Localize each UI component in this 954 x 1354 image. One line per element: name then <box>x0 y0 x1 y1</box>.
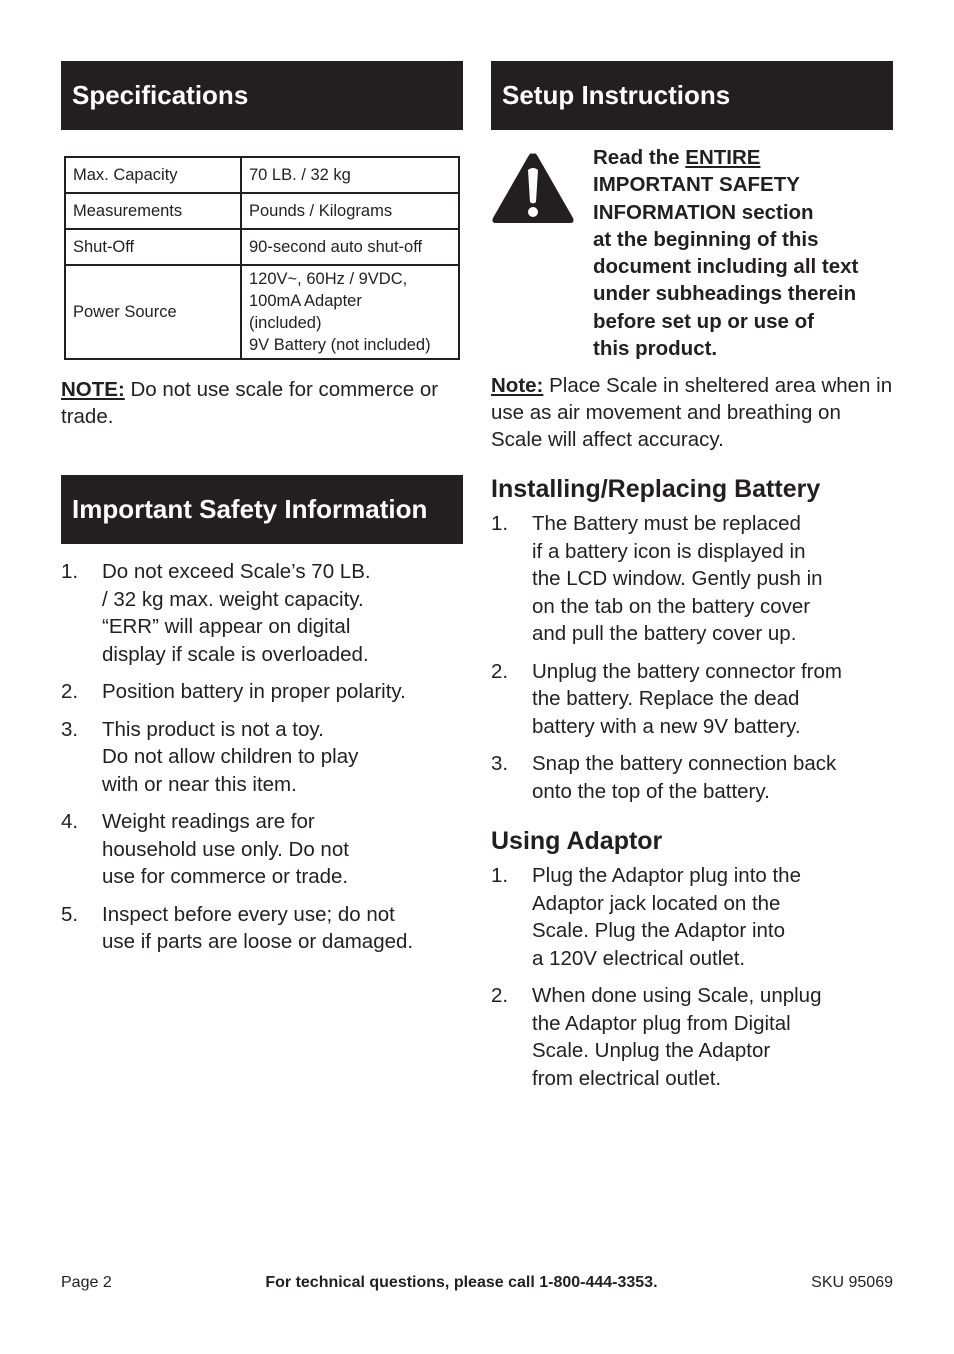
table-row: Max. Capacity 70 LB. / 32 kg <box>64 156 460 194</box>
left-column: Specifications Max. Capacity 70 LB. / 32… <box>61 61 463 956</box>
spec-value: Pounds / Kilograms <box>240 192 460 230</box>
sku: SKU 95069 <box>811 1274 893 1291</box>
item-number: 2. <box>491 984 509 1008</box>
list-item: 2. When done using Scale, unplug the Adap… <box>491 982 893 1092</box>
item-number: 1. <box>61 560 79 583</box>
setup-note: Note: Place Scale in sheltered area when… <box>491 372 893 453</box>
list-item: 3. This product is not a toy. Do not allo… <box>61 716 463 799</box>
item-number: 2. <box>61 680 79 703</box>
warning-text: Read the ENTIRE IMPORTANT SAFETY INFORMA… <box>593 144 858 362</box>
item-text: When done using Scale, unplug the Adapto… <box>532 984 822 1090</box>
item-number: 5. <box>61 902 79 926</box>
note-label: NOTE: <box>61 378 125 401</box>
item-number: 3. <box>61 717 79 741</box>
right-column: Setup Instructions Read the ENTIRE IMPOR… <box>491 61 893 1092</box>
adaptor-heading: Using Adaptor <box>491 827 663 856</box>
item-text: Weight readings are for household use on… <box>102 810 349 888</box>
specifications-heading: Specifications <box>61 61 463 130</box>
list-item: 4. Weight readings are for household use … <box>61 808 463 891</box>
page-number: Page 2 <box>61 1274 112 1291</box>
spec-label: Shut-Off <box>64 228 242 266</box>
item-text: Plug the Adaptor plug into the Adaptor j… <box>532 864 801 970</box>
note-label: Note: <box>491 374 544 398</box>
item-number: 1. <box>491 512 509 536</box>
item-number: 1. <box>491 864 509 888</box>
spec-label: Max. Capacity <box>64 156 242 194</box>
page-footer: Page 2 For technical questions, please c… <box>61 1274 893 1292</box>
warning-emphasis: ENTIRE <box>685 146 761 169</box>
spec-label: Power Source <box>64 264 242 360</box>
item-text: Do not exceed Scale’s 70 LB. / 32 kg max… <box>102 560 371 666</box>
list-item: 2. Unplug the battery connector from the … <box>491 658 893 741</box>
setup-heading: Setup Instructions <box>491 61 893 130</box>
safety-list: 1. Do not exceed Scale’s 70 LB. / 32 kg m… <box>61 558 463 956</box>
list-item: 1. Do not exceed Scale’s 70 LB. / 32 kg m… <box>61 558 463 668</box>
list-item: 2. Position battery in proper polarity. <box>61 678 463 706</box>
table-row: Measurements Pounds / Kilograms <box>64 192 460 230</box>
spec-value: 90-second auto shut-off <box>240 228 460 266</box>
list-item: 1. Plug the Adaptor plug into the Adaptor… <box>491 862 893 972</box>
table-row: Power Source 120V~, 60Hz / 9VDC, 100mA A… <box>64 264 460 360</box>
spec-label: Measurements <box>64 192 242 230</box>
table-row: Shut-Off 90-second auto shut-off <box>64 228 460 266</box>
spec-note: NOTE: Do not use scale for commerce or t… <box>61 376 463 430</box>
warning-prefix: Read the <box>593 146 686 169</box>
item-number: 3. <box>491 752 509 776</box>
spec-value: 120V~, 60Hz / 9VDC, 100mA Adapter (inclu… <box>240 264 460 360</box>
warning-icon <box>491 144 593 362</box>
item-text: Position battery in proper polarity. <box>102 680 406 703</box>
item-text: Unplug the battery connector from the ba… <box>532 659 842 738</box>
specifications-table: Max. Capacity 70 LB. / 32 kg Measurement… <box>64 156 460 360</box>
item-number: 4. <box>61 810 79 833</box>
item-number: 2. <box>491 659 509 683</box>
list-item: 1. The Battery must be replaced if a batt… <box>491 510 893 648</box>
item-text: This product is not a toy. Do not allow … <box>102 717 359 796</box>
list-item: 5. Inspect before every use; do not use i… <box>61 901 463 956</box>
adaptor-list: 1. Plug the Adaptor plug into the Adaptor… <box>491 862 893 1092</box>
battery-list: 1. The Battery must be replaced if a batt… <box>491 510 893 805</box>
warning-rest: IMPORTANT SAFETY INFORMATION section at … <box>593 173 859 361</box>
list-item: 3. Snap the battery connection back onto … <box>491 750 893 805</box>
item-text: Inspect before every use; do not use if … <box>102 902 414 954</box>
support-phone: For technical questions, please call 1-8… <box>265 1274 658 1291</box>
item-text: The Battery must be replaced if a batter… <box>532 512 823 646</box>
battery-heading: Installing/Replacing Battery <box>491 475 821 504</box>
safety-warning: Read the ENTIRE IMPORTANT SAFETY INFORMA… <box>491 144 893 362</box>
safety-heading: Important Safety Information <box>61 475 463 544</box>
item-text: Snap the battery connection back onto th… <box>532 752 837 803</box>
note-text: Place Scale in sheltered area when in us… <box>491 374 893 452</box>
spec-value: 70 LB. / 32 kg <box>240 156 460 194</box>
